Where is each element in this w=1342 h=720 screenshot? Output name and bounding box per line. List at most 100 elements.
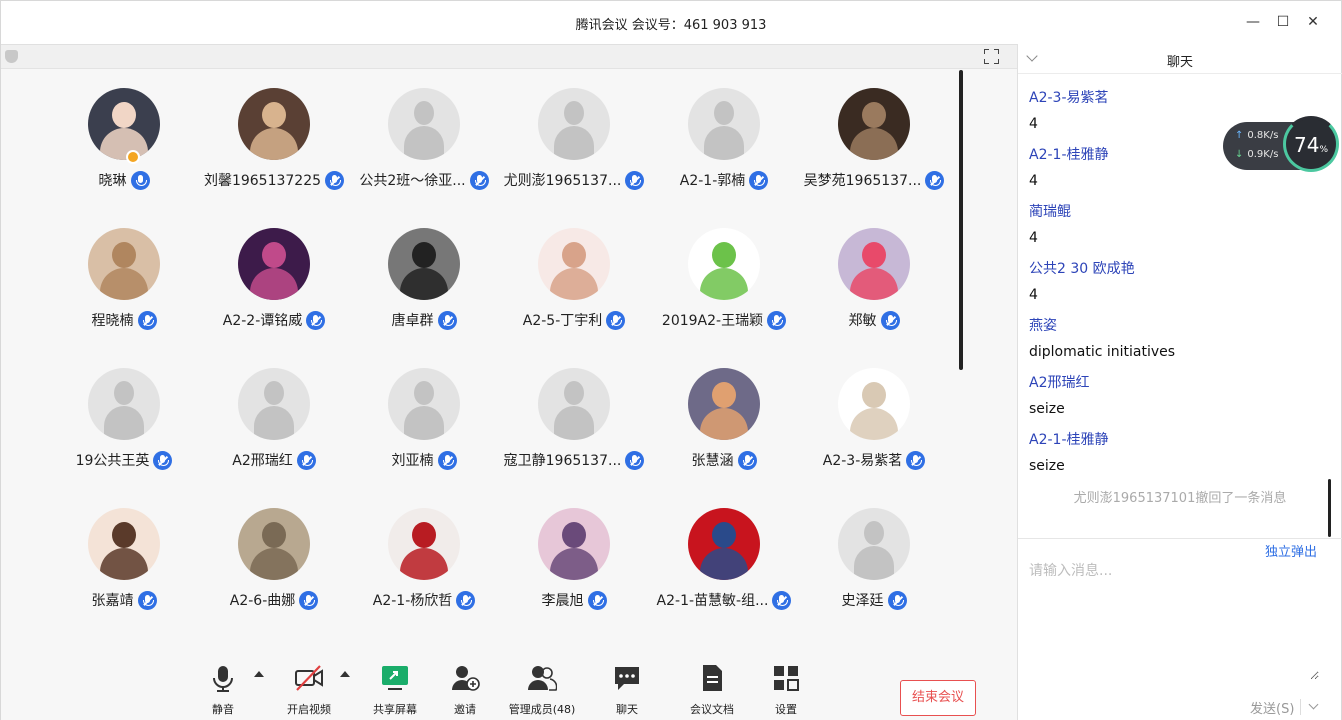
- chat-sender-name[interactable]: A2-1-桂雅静: [1029, 144, 1109, 164]
- avatar: [688, 88, 760, 160]
- avatar: [388, 88, 460, 160]
- avatar: [538, 228, 610, 300]
- chat-input[interactable]: [1029, 560, 1319, 680]
- mute-button[interactable]: 静音: [183, 663, 263, 718]
- network-monitor-widget: ↑ 0.8K/s ↓ 0.9K/s 74%: [1223, 116, 1339, 172]
- participant-tile[interactable]: 刘亚楠: [349, 368, 499, 498]
- chat-sender-name[interactable]: 蔺瑞鲲: [1029, 201, 1071, 221]
- avatar: [388, 368, 460, 440]
- participant-tile[interactable]: 刘馨1965137225: [199, 88, 349, 218]
- send-separator: [1300, 699, 1301, 715]
- participant-tile[interactable]: 李晨旭: [499, 508, 649, 638]
- participant-name: 寇卫静1965137...: [503, 453, 622, 469]
- avatar: [388, 508, 460, 580]
- participant-name: A2-6-曲娜: [229, 593, 296, 609]
- meeting-window: 腾讯会议 会议号：461 903 913 — ☐ ✕ 晓琳 刘馨196513722…: [0, 0, 1342, 720]
- participant-tile[interactable]: 19公共王英: [49, 368, 199, 498]
- avatar: [838, 508, 910, 580]
- video-button[interactable]: 开启视频: [269, 663, 349, 718]
- fullscreen-icon[interactable]: [984, 49, 999, 64]
- maximize-icon[interactable]: ☐: [1274, 13, 1292, 31]
- microphone-icon: [213, 666, 233, 692]
- chat-sender-name[interactable]: A2-1-桂雅静: [1029, 429, 1109, 449]
- avatar: [688, 508, 760, 580]
- participant-tile[interactable]: A2-1-郭楠: [649, 88, 799, 218]
- microphone-muted-icon: [887, 590, 907, 610]
- microphone-icon: [130, 170, 150, 190]
- participant-name: 吴梦苑1965137...: [803, 173, 922, 189]
- send-options-chevron-icon[interactable]: [1308, 699, 1319, 710]
- avatar: [238, 88, 310, 160]
- close-icon[interactable]: ✕: [1304, 13, 1322, 31]
- participant-tile[interactable]: 程晓楠: [49, 228, 199, 358]
- participant-tile[interactable]: 吴梦苑1965137...: [799, 88, 949, 218]
- video-options-caret[interactable]: [340, 671, 350, 677]
- participant-tile[interactable]: 史泽廷: [799, 508, 949, 638]
- members-icon: [528, 666, 557, 691]
- minimize-icon[interactable]: —: [1244, 13, 1262, 31]
- participant-tile[interactable]: A2邢瑞红: [199, 368, 349, 498]
- end-meeting-button[interactable]: 结束会议: [900, 680, 976, 716]
- avatar: [838, 88, 910, 160]
- participant-name: A2-1-杨欣哲: [372, 593, 453, 609]
- microphone-muted-icon: [606, 310, 626, 330]
- chat-sender-name[interactable]: 燕姿: [1029, 315, 1057, 335]
- participant-tile[interactable]: A2-6-曲娜: [199, 508, 349, 638]
- chat-message-text: seize: [1029, 458, 1065, 474]
- participant-tile[interactable]: 尤则澎1965137...: [499, 88, 649, 218]
- avatar: [88, 88, 160, 160]
- arrow-down-icon: ↓: [1235, 149, 1244, 160]
- participant-name-row: A2-3-易紫茗: [779, 450, 969, 470]
- participant-name: 2019A2-王瑞颖: [661, 313, 764, 329]
- chat-sender-name[interactable]: A2邢瑞红: [1029, 372, 1089, 392]
- participant-tile[interactable]: A2-3-易紫茗: [799, 368, 949, 498]
- participant-tile[interactable]: A2-2-谭铭威: [199, 228, 349, 358]
- grid-settings-icon: [774, 666, 799, 691]
- usage-percent: 74%: [1293, 133, 1328, 157]
- chat-message-text: 4: [1029, 116, 1038, 132]
- participant-tile[interactable]: A2-5-丁宇利: [499, 228, 649, 358]
- document-icon: [703, 665, 722, 691]
- chat-sender-name[interactable]: 公共2 30 欧成艳: [1029, 258, 1135, 278]
- participant-tile[interactable]: A2-1-苗慧敏-组...: [649, 508, 799, 638]
- participant-name-row: 史泽廷: [779, 590, 969, 610]
- popout-button[interactable]: 独立弹出: [1265, 541, 1317, 560]
- chat-message-text: seize: [1029, 401, 1065, 417]
- chat-scrollbar[interactable]: [1328, 479, 1331, 537]
- participant-name-row: 吴梦苑1965137...: [779, 170, 969, 190]
- mute-options-caret[interactable]: [254, 671, 264, 677]
- avatar: [538, 88, 610, 160]
- video-area: 晓琳 刘馨1965137225 公共2班～徐亚... 尤则澎1965137... A2-…: [1, 44, 1017, 720]
- participant-tile[interactable]: A2-1-杨欣哲: [349, 508, 499, 638]
- microphone-muted-icon: [299, 590, 319, 610]
- participant-tile[interactable]: 2019A2-王瑞颖: [649, 228, 799, 358]
- chat-divider: [1018, 538, 1342, 539]
- participant-tile[interactable]: 唐卓群: [349, 228, 499, 358]
- microphone-muted-icon: [137, 310, 157, 330]
- participant-tile[interactable]: 张嘉靖: [49, 508, 199, 638]
- mute-label: 静音: [212, 703, 234, 716]
- camera-off-icon: [295, 665, 323, 691]
- manage-members-button[interactable]: 管理成员(48): [502, 663, 582, 718]
- host-badge-icon: [126, 150, 140, 164]
- settings-button[interactable]: 设置: [746, 663, 826, 718]
- participant-tile[interactable]: 张慧涵: [649, 368, 799, 498]
- send-button[interactable]: 发送(S): [1250, 698, 1294, 717]
- system-notice: 尤则澎1965137101撤回了一条消息: [1073, 491, 1287, 506]
- participant-tile[interactable]: 晓琳: [49, 88, 199, 218]
- participant-name: A2-1-郭楠: [679, 173, 746, 189]
- participant-tile[interactable]: 公共2班～徐亚...: [349, 88, 499, 218]
- microphone-muted-icon: [456, 590, 476, 610]
- chat-message-text: 4: [1029, 287, 1038, 303]
- window-title: 腾讯会议 会议号：461 903 913: [575, 18, 767, 33]
- share-screen-icon: [382, 666, 408, 690]
- participant-name: 张慧涵: [691, 453, 734, 469]
- chat-message-text: diplomatic initiatives: [1029, 344, 1176, 360]
- chat-sender-name[interactable]: A2-3-易紫茗: [1029, 87, 1109, 107]
- participant-tile[interactable]: 寇卫静1965137...: [499, 368, 649, 498]
- download-speed: ↓ 0.9K/s: [1235, 149, 1279, 160]
- arrow-up-icon: ↑: [1235, 130, 1244, 141]
- participant-tile[interactable]: 郑敏: [799, 228, 949, 358]
- chat-button[interactable]: 聊天: [587, 663, 667, 718]
- microphone-muted-icon: [153, 450, 173, 470]
